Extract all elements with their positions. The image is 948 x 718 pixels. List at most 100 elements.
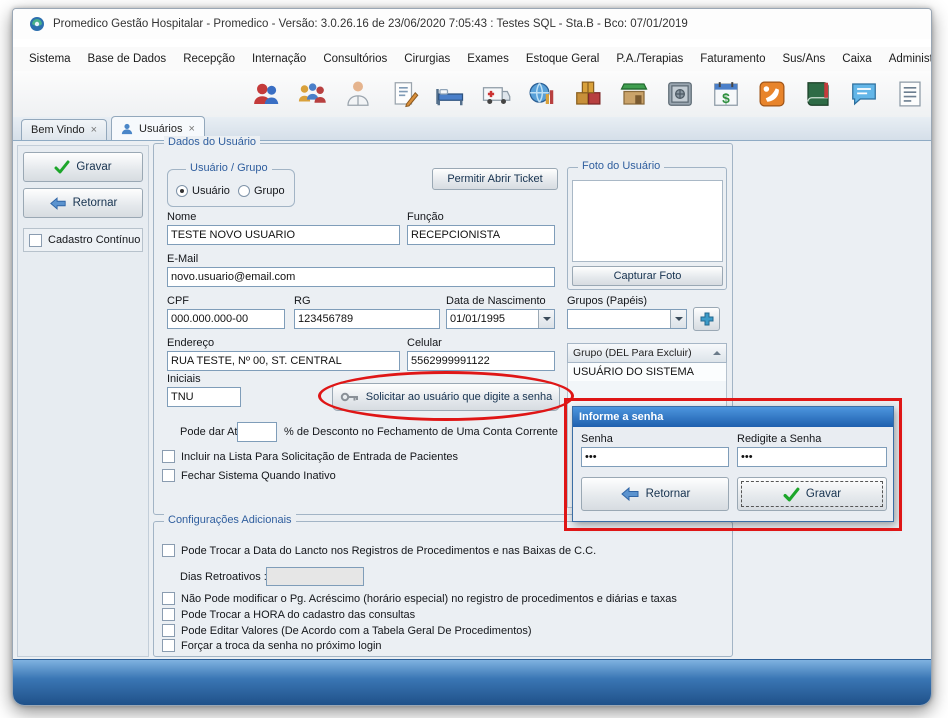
- tab-bem-vindo[interactable]: Bem Vindo ×: [21, 119, 107, 140]
- menu-consultorios[interactable]: Consultórios: [323, 53, 387, 65]
- toolbar: $: [13, 71, 932, 117]
- gravar-button[interactable]: Gravar: [23, 152, 143, 182]
- menu-faturamento[interactable]: Faturamento: [700, 53, 765, 65]
- celular-input[interactable]: [407, 351, 555, 371]
- nao-pode-modificar-checkbox[interactable]: [162, 592, 175, 605]
- safe-icon[interactable]: [663, 77, 697, 111]
- tab-strip: Bem Vindo × Usuários ×: [13, 117, 932, 141]
- billing-calendar-icon[interactable]: $: [709, 77, 743, 111]
- title-bar: Promedico Gestão Hospitalar - Promedico …: [13, 9, 932, 39]
- app-icon: [29, 16, 45, 32]
- report-list-icon[interactable]: [893, 77, 927, 111]
- menu-caixa[interactable]: Caixa: [842, 53, 871, 65]
- desconto-suffix-label: % de Desconto no Fechamento de Uma Conta…: [284, 426, 558, 438]
- check-icon: [54, 159, 70, 175]
- book-icon[interactable]: [801, 77, 835, 111]
- forcar-troca-senha-checkbox[interactable]: [162, 639, 175, 652]
- rg-label: RG: [294, 295, 311, 307]
- market-icon[interactable]: [617, 77, 651, 111]
- grupo-list-header[interactable]: Grupo (DEL Para Excluir): [567, 343, 727, 363]
- patients-icon[interactable]: [249, 77, 283, 111]
- usuario-radio[interactable]: [176, 185, 188, 197]
- user-icon: [121, 123, 133, 135]
- pode-trocar-data-checkbox[interactable]: [162, 544, 175, 557]
- menu-exames[interactable]: Exames: [467, 53, 509, 65]
- close-icon[interactable]: ×: [91, 124, 97, 136]
- fechar-sistema-checkbox[interactable]: [162, 469, 175, 482]
- nascimento-label: Data de Nascimento: [446, 295, 546, 307]
- nao-pode-modificar-checkbox-row[interactable]: Não Pode modificar o Pg. Acréscimo (horá…: [162, 592, 677, 605]
- foto-usuario-group: Foto do Usuário Capturar Foto: [567, 167, 727, 290]
- dados-usuario-title: Dados do Usuário: [164, 136, 260, 148]
- menu-internacao[interactable]: Internação: [252, 53, 306, 65]
- pode-trocar-hora-label: Pode Trocar a HORA do cadastro das consu…: [181, 609, 415, 621]
- grupos-papeis-combo[interactable]: [567, 309, 687, 329]
- radio-usuario-row[interactable]: Usuário: [176, 185, 230, 197]
- chat-icon[interactable]: [847, 77, 881, 111]
- capturar-foto-button[interactable]: Capturar Foto: [572, 266, 723, 286]
- grupo-list-header-label: Grupo (DEL Para Excluir): [573, 347, 692, 359]
- funcao-label: Função: [407, 211, 444, 223]
- menu-estoque-geral[interactable]: Estoque Geral: [526, 53, 600, 65]
- nascimento-combo[interactable]: [446, 309, 555, 329]
- staff-icon[interactable]: [295, 77, 329, 111]
- chevron-down-icon[interactable]: [538, 310, 554, 328]
- app-window: Promedico Gestão Hospitalar - Promedico …: [12, 8, 932, 706]
- grupos-papeis-label: Grupos (Papéis): [567, 295, 647, 307]
- forcar-troca-senha-checkbox-row[interactable]: Forçar a troca da senha no próximo login: [162, 639, 382, 652]
- incluir-lista-checkbox-row[interactable]: Incluir na Lista Para Solicitação de Ent…: [162, 450, 458, 463]
- chevron-down-icon[interactable]: [670, 310, 686, 328]
- list-item[interactable]: USUÁRIO DO SISTEMA: [568, 363, 726, 381]
- pode-trocar-hora-checkbox[interactable]: [162, 608, 175, 621]
- pode-trocar-data-checkbox-row[interactable]: Pode Trocar a Data do Lancto nos Registr…: [162, 544, 596, 557]
- menu-administracao[interactable]: Administra: [889, 53, 932, 65]
- close-icon[interactable]: ×: [188, 123, 194, 135]
- tab-usuarios-label: Usuários: [139, 123, 182, 135]
- pode-editar-valores-checkbox[interactable]: [162, 624, 175, 637]
- grupos-papeis-input[interactable]: [567, 309, 687, 329]
- fechar-sistema-checkbox-row[interactable]: Fechar Sistema Quando Inativo: [162, 469, 336, 482]
- cadastro-continuo-checkbox-row[interactable]: Cadastro Contínuo: [23, 228, 143, 252]
- cpf-input[interactable]: [167, 309, 285, 329]
- supplies-icon[interactable]: [571, 77, 605, 111]
- permitir-abrir-ticket-button[interactable]: Permitir Abrir Ticket: [432, 168, 558, 190]
- ambulance-icon[interactable]: [479, 77, 513, 111]
- radio-grupo-row[interactable]: Grupo: [238, 185, 285, 197]
- desconto-input[interactable]: [237, 422, 277, 442]
- nome-input[interactable]: [167, 225, 400, 245]
- menu-cirurgias[interactable]: Cirurgias: [404, 53, 450, 65]
- grupo-radio[interactable]: [238, 185, 250, 197]
- sort-asc-icon: [713, 347, 721, 355]
- incluir-lista-label: Incluir na Lista Para Solicitação de Ent…: [181, 451, 458, 463]
- endereco-input[interactable]: [167, 351, 400, 371]
- pode-editar-valores-label: Pode Editar Valores (De Acordo com a Tab…: [181, 625, 532, 637]
- iniciais-input[interactable]: [167, 387, 241, 407]
- email-input[interactable]: [167, 267, 555, 287]
- rg-input[interactable]: [294, 309, 440, 329]
- gravar-label: Gravar: [76, 161, 111, 173]
- dias-retroativos-input[interactable]: [266, 567, 364, 586]
- menu-sus-ans[interactable]: Sus/Ans: [782, 53, 825, 65]
- menu-base-de-dados[interactable]: Base de Dados: [88, 53, 167, 65]
- doctor-icon[interactable]: [341, 77, 375, 111]
- reports-globe-icon[interactable]: [525, 77, 559, 111]
- menu-recepcao[interactable]: Recepção: [183, 53, 235, 65]
- funcao-input[interactable]: [407, 225, 555, 245]
- configuracoes-adicionais-title: Configurações Adicionais: [164, 514, 296, 526]
- prescription-icon[interactable]: [387, 77, 421, 111]
- pode-trocar-hora-checkbox-row[interactable]: Pode Trocar a HORA do cadastro das consu…: [162, 608, 415, 621]
- bottom-status-bar: [13, 659, 932, 706]
- fechar-sistema-label: Fechar Sistema Quando Inativo: [181, 470, 336, 482]
- menu-sistema[interactable]: Sistema: [29, 53, 71, 65]
- cadastro-continuo-checkbox[interactable]: [29, 234, 42, 247]
- hospital-bed-icon[interactable]: [433, 77, 467, 111]
- incluir-lista-checkbox[interactable]: [162, 450, 175, 463]
- endereco-label: Endereço: [167, 337, 214, 349]
- pode-editar-valores-checkbox-row[interactable]: Pode Editar Valores (De Acordo com a Tab…: [162, 624, 532, 637]
- forcar-troca-senha-label: Forçar a troca da senha no próximo login: [181, 640, 382, 652]
- nome-label: Nome: [167, 211, 196, 223]
- add-grupo-button[interactable]: [693, 307, 720, 331]
- retornar-button[interactable]: Retornar: [23, 188, 143, 218]
- phone-icon[interactable]: [755, 77, 789, 111]
- menu-pa-terapias[interactable]: P.A./Terapias: [616, 53, 683, 65]
